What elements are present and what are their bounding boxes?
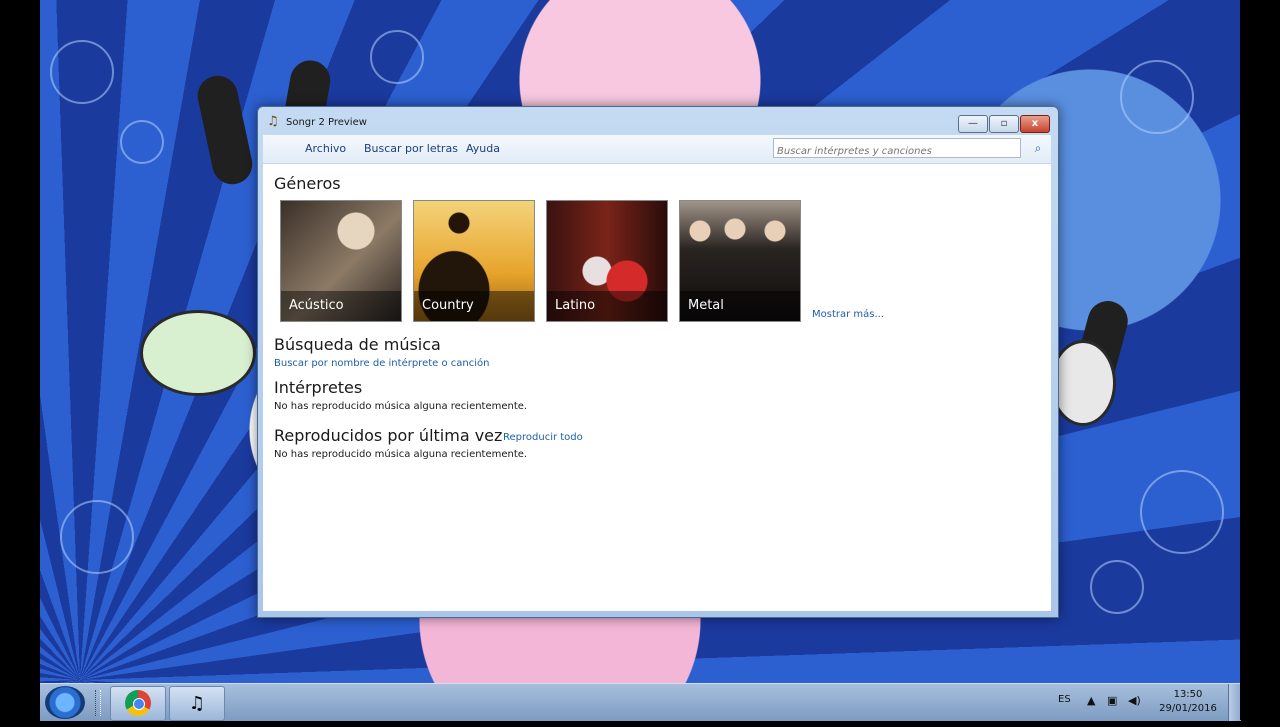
- wallpaper-creature: [140, 310, 256, 396]
- wallpaper-bubble: [50, 40, 114, 104]
- app-window: ♫ Songr 2 Preview — ▫ x Archivo Buscar p…: [257, 106, 1059, 618]
- wallpaper-bubble: [1090, 560, 1144, 614]
- speaker-icon[interactable]: ◀): [1128, 694, 1141, 707]
- windows-start-icon[interactable]: [45, 686, 85, 719]
- network-icon[interactable]: ▣: [1107, 694, 1117, 707]
- window-title: Songr 2 Preview: [286, 117, 367, 128]
- menu-ayuda[interactable]: Ayuda: [466, 142, 500, 155]
- recent-empty-text: No has reproducido música alguna recient…: [274, 449, 528, 460]
- chrome-icon: [125, 690, 151, 716]
- wallpaper-creature: [1050, 340, 1116, 426]
- wallpaper-bubble: [1120, 60, 1194, 134]
- taskbar-songr-button[interactable]: ♫: [169, 686, 225, 721]
- language-indicator[interactable]: ES: [1058, 694, 1071, 705]
- tray-arrow-icon[interactable]: ▲: [1087, 694, 1095, 707]
- genre-label: Acústico: [289, 298, 344, 313]
- show-more-link[interactable]: Mostrar más...: [812, 309, 884, 320]
- search-box: [773, 138, 1021, 160]
- maximize-button[interactable]: ▫: [989, 115, 1019, 133]
- genre-tile-metal[interactable]: Metal: [679, 200, 801, 322]
- wallpaper-bubble: [60, 500, 134, 574]
- genre-label: Metal: [688, 298, 724, 313]
- genre-tile-acustico[interactable]: Acústico: [280, 200, 402, 322]
- wallpaper-ear: [194, 72, 256, 188]
- wallpaper-bubble: [370, 30, 424, 84]
- artists-heading: Intérpretes: [274, 378, 363, 397]
- wallpaper-bubble: [1140, 470, 1224, 554]
- menu-archivo[interactable]: Archivo: [305, 142, 346, 155]
- minimize-button[interactable]: —: [958, 115, 988, 133]
- close-button[interactable]: x: [1020, 115, 1050, 133]
- main-content: Géneros Acústico Country Latino Metal Mo…: [263, 163, 1051, 611]
- genre-tile-latino[interactable]: Latino: [546, 200, 668, 322]
- music-search-link[interactable]: Buscar por nombre de intérprete o canció…: [274, 358, 489, 369]
- recent-heading: Reproducidos por última vez: [274, 426, 503, 445]
- genre-label: Latino: [555, 298, 596, 313]
- search-icon[interactable]: ⌕: [1029, 139, 1047, 157]
- play-all-link[interactable]: Reproducir todo: [503, 432, 583, 443]
- taskbar: ♫ ES ▲ ▣ ◀) 13:50 29/01/2016: [40, 683, 1241, 721]
- letterbox-left: [0, 0, 40, 720]
- clock[interactable]: 13:50 29/01/2016: [1148, 688, 1228, 716]
- search-input[interactable]: [774, 143, 1020, 160]
- music-search-heading: Búsqueda de música: [274, 335, 441, 354]
- genres-heading: Géneros: [274, 174, 341, 193]
- genre-label: Country: [422, 298, 474, 313]
- wallpaper-bubble: [120, 120, 164, 164]
- clock-time: 13:50: [1173, 689, 1203, 700]
- genre-tile-country[interactable]: Country: [413, 200, 535, 322]
- taskbar-grip: [95, 690, 101, 716]
- artists-empty-text: No has reproducido música alguna recient…: [274, 401, 528, 412]
- music-note-icon: ♫: [267, 114, 279, 129]
- taskbar-chrome-button[interactable]: [110, 686, 166, 721]
- clock-date: 29/01/2016: [1159, 703, 1217, 714]
- title-bar[interactable]: ♫ Songr 2 Preview — ▫ x: [258, 107, 1058, 135]
- letterbox-right: [1240, 0, 1280, 720]
- music-note-icon: ♫: [188, 693, 206, 714]
- menu-buscar-por-letras[interactable]: Buscar por letras: [364, 142, 458, 155]
- menu-bar: Archivo Buscar por letras Ayuda ⌕: [263, 135, 1051, 163]
